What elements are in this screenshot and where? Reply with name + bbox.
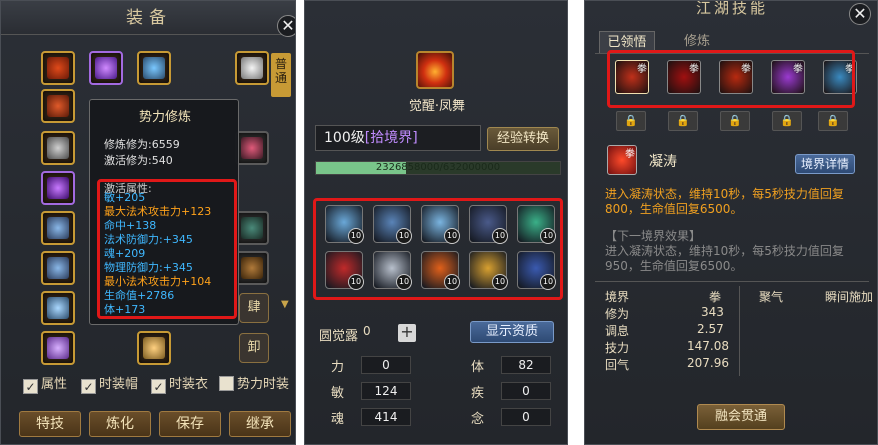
jianghu-title: 江湖技能 <box>695 0 768 17</box>
stat-label-speed: 疾 <box>471 386 485 401</box>
awaken-skill-name: 觉醒·凤舞 <box>408 99 466 114</box>
check-icon[interactable]: ✓ <box>81 379 96 394</box>
equip-slot-weapon[interactable] <box>41 51 75 85</box>
row-label-breath: 调息 <box>605 324 630 338</box>
check-icon[interactable]: ✓ <box>151 379 166 394</box>
equip-slot-pet[interactable] <box>137 331 171 365</box>
equip-slot-armor[interactable] <box>41 131 75 165</box>
table-header-fist: 拳 <box>709 290 722 304</box>
row-value-cultivation: 343 <box>701 305 724 319</box>
equip-slot-orb[interactable] <box>89 51 123 85</box>
table-divider <box>739 286 740 376</box>
equip-slot-mask[interactable] <box>235 131 269 165</box>
level-text: 100级 <box>324 130 365 146</box>
lock-icon: 🔒 <box>616 111 646 131</box>
mini-button-four[interactable]: 肆 <box>239 293 269 323</box>
awaken-dew-value: 0 <box>363 324 371 338</box>
row-value-skill-power: 147.08 <box>687 339 729 353</box>
equip-slot-fan[interactable] <box>137 51 171 85</box>
highlight-box-attributes <box>97 179 237 319</box>
close-button[interactable]: ✕ <box>849 3 871 25</box>
stat-label-mind: 念 <box>471 412 485 427</box>
equip-slot-belt[interactable] <box>41 171 75 205</box>
stat-value-mind: 0 <box>501 408 551 426</box>
stat-label-body: 体 <box>471 360 485 375</box>
exp-bar: 2326858000/632000000 <box>315 161 561 175</box>
stat-value-soul: 414 <box>361 408 411 426</box>
awaken-dew-label: 圆觉露 <box>319 329 359 344</box>
dropdown-arrow-icon[interactable]: ▼ <box>281 299 289 310</box>
awaken-panel: 觉醒·凤舞 100级[拾境界] 经验转换 2326858000/63200000… <box>304 0 568 445</box>
next-realm-description: 进入凝涛状态，维持10秒，每5秒技力值回复950，生命值回复6500。 <box>605 244 844 273</box>
equip-slot-helmet[interactable] <box>41 89 75 123</box>
equip-slot-boots[interactable] <box>41 251 75 285</box>
checkbox-empty-icon[interactable] <box>219 376 234 391</box>
jianghu-skills-panel: 江湖技能 ✕ 已领悟 修炼 拳拳拳拳拳 🔒 🔒 🔒 🔒 🔒 拳 凝涛 境界详情 … <box>584 0 878 445</box>
table-header-gather: 聚气 <box>759 290 784 304</box>
exp-text: 2326858000/632000000 <box>375 162 501 173</box>
unequip-button[interactable]: 卸 <box>239 333 269 363</box>
equip-slot-scroll[interactable] <box>41 331 75 365</box>
row-value-qi-recovery: 207.96 <box>687 356 729 370</box>
phoenix-icon <box>416 51 454 89</box>
table-header-realm: 境界 <box>605 290 630 304</box>
activation-value: 激活修为:540 <box>104 154 173 167</box>
close-button[interactable]: ✕ <box>277 15 295 37</box>
next-realm-header: 【下一境界效果】 <box>605 229 702 243</box>
lock-icon: 🔒 <box>720 111 750 131</box>
exp-convert-button[interactable]: 经验转换 <box>487 127 559 151</box>
save-button[interactable]: 保存 <box>159 411 221 437</box>
equip-slot-panda[interactable] <box>235 51 269 85</box>
checkbox-fashion-clothes[interactable]: ✓ 时装衣 <box>151 373 208 394</box>
selected-skill-icon: 拳 <box>607 145 637 175</box>
inherit-button[interactable]: 继承 <box>229 411 291 437</box>
tooltip-title: 势力修炼 <box>138 110 191 125</box>
realm-text: [拾境界] <box>364 130 418 146</box>
equip-slot-tiger[interactable] <box>235 251 269 285</box>
divider <box>595 281 869 282</box>
refine-button[interactable]: 炼化 <box>89 411 151 437</box>
selected-skill-name: 凝涛 <box>649 154 677 170</box>
equip-slot-cape[interactable] <box>235 211 269 245</box>
lock-icon: 🔒 <box>818 111 848 131</box>
stat-label-agility: 敏 <box>331 386 345 401</box>
equipment-panel: 装备 ✕ 普通 肆 卸 ▼ 势力修炼 修炼修为:6559 激活修为:540 激活… <box>0 0 296 445</box>
stat-value-strength: 0 <box>361 356 411 374</box>
equip-slot-ring[interactable] <box>41 211 75 245</box>
row-label-skill-power: 技力 <box>605 341 630 355</box>
stat-value-agility: 124 <box>361 382 411 400</box>
show-aptitude-button[interactable]: 显示资质 <box>470 321 554 343</box>
equipment-title: 装备 <box>1 1 295 35</box>
skill-description: 进入凝涛状态，维持10秒，每5秒技力值回复800，生命值回复6500。 <box>605 187 844 216</box>
table-header-instant: 瞬间施加 <box>825 290 874 304</box>
stat-label-soul: 魂 <box>331 412 345 427</box>
highlight-box-skills <box>313 198 563 300</box>
side-tab-normal[interactable]: 普通 <box>271 53 291 97</box>
stat-value-body: 82 <box>501 356 551 374</box>
lock-icon: 🔒 <box>668 111 698 131</box>
add-dew-button[interactable]: + <box>398 324 416 342</box>
equip-slot-necklace[interactable] <box>41 291 75 325</box>
checkbox-attributes[interactable]: ✓ 属性 <box>23 373 67 394</box>
checkbox-faction-fashion[interactable]: 势力时装 <box>219 373 289 392</box>
highlight-box-techniques <box>607 50 855 108</box>
stat-value-speed: 0 <box>501 382 551 400</box>
stat-label-strength: 力 <box>331 360 345 375</box>
stunt-button[interactable]: 特技 <box>19 411 81 437</box>
row-label-cultivation: 修为 <box>605 307 630 321</box>
level-display: 100级[拾境界] <box>315 125 481 151</box>
realm-details-button[interactable]: 境界详情 <box>795 154 855 174</box>
check-icon[interactable]: ✓ <box>23 379 38 394</box>
merge-mastery-button[interactable]: 融会贯通 <box>697 404 785 430</box>
row-value-breath: 2.57 <box>697 322 724 336</box>
cultivation-value: 修炼修为:6559 <box>104 138 180 151</box>
checkbox-fashion-hat[interactable]: ✓ 时装帽 <box>81 373 138 394</box>
lock-icon: 🔒 <box>772 111 802 131</box>
row-label-qi-recovery: 回气 <box>605 358 630 372</box>
